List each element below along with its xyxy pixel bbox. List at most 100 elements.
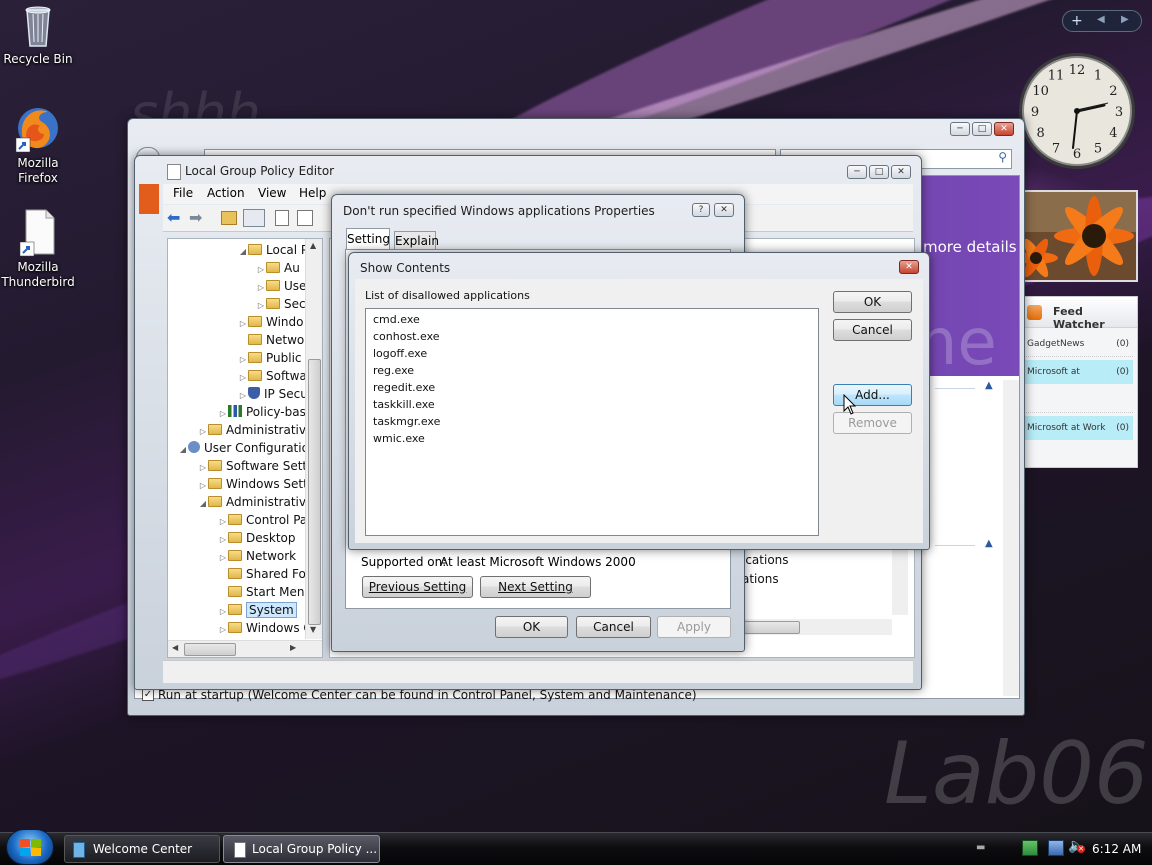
properties-icon[interactable] — [275, 210, 289, 226]
close-button[interactable]: ✕ — [994, 122, 1014, 136]
previous-gadget-icon[interactable]: ◀ — [1097, 14, 1105, 25]
maximize-button[interactable]: □ — [972, 122, 992, 136]
cancel-button[interactable]: Cancel — [833, 319, 912, 341]
export-icon[interactable] — [297, 210, 313, 226]
ok-button[interactable]: OK — [833, 291, 912, 313]
tree-node[interactable]: ◢ Local P — [168, 241, 308, 259]
tree-vertical-scrollbar[interactable]: ▲ ▼ — [305, 239, 322, 639]
show-tree-icon[interactable] — [243, 209, 265, 227]
desktop-icon-thunderbird[interactable]: Mozilla Thunderbird — [0, 208, 76, 290]
next-setting-button[interactable]: Next Setting — [480, 576, 591, 598]
maximize-button[interactable]: □ — [869, 165, 889, 179]
list-item[interactable]: taskkill.exe — [373, 396, 811, 413]
close-button[interactable]: ✕ — [891, 165, 911, 179]
feed-watcher-gadget[interactable]: Feed Watcher GadgetNews (0) Microsoft at (0… — [1016, 296, 1138, 468]
back-arrow-icon[interactable]: ⬅ — [167, 208, 180, 227]
slideshow-gadget[interactable] — [1016, 190, 1138, 282]
tree-node[interactable]: ▷ Software Setti — [168, 457, 311, 475]
add-gadget-icon[interactable]: + — [1071, 12, 1083, 30]
tree-node[interactable]: Shared Fol — [168, 565, 309, 583]
tree-node[interactable]: ▷ IP Secu — [168, 385, 308, 403]
desktop-icon-recycle-bin[interactable]: Recycle Bin — [0, 2, 76, 67]
scroll-left-icon[interactable]: ◀ — [172, 643, 178, 652]
taskbar-item-welcome-center[interactable]: Welcome Center — [64, 835, 220, 863]
close-button[interactable]: ✕ — [899, 260, 919, 274]
tree-node[interactable]: ▷ Control Pa — [168, 511, 307, 529]
setting-row[interactable]: ications — [742, 553, 789, 567]
tree-node[interactable]: ▷ Au — [168, 259, 300, 277]
tab-setting[interactable]: Setting — [346, 228, 390, 250]
scroll-thumb[interactable] — [184, 643, 236, 656]
up-folder-icon[interactable] — [221, 211, 237, 225]
more-details-link[interactable]: more details — [923, 238, 1017, 256]
list-item[interactable]: conhost.exe — [373, 328, 811, 345]
menu-action[interactable]: Action — [207, 186, 245, 200]
list-item[interactable]: cmd.exe — [373, 311, 811, 328]
tree-node[interactable]: ▷ Public — [168, 349, 302, 367]
vertical-scrollbar[interactable] — [1003, 380, 1019, 696]
setting-row[interactable]: ations — [742, 572, 779, 586]
connection-icon[interactable] — [1048, 840, 1064, 856]
tree-node[interactable]: ▷ Network — [168, 547, 296, 565]
scroll-down-icon[interactable]: ▼ — [310, 625, 316, 634]
menu-file[interactable]: File — [173, 186, 193, 200]
tree-node[interactable]: ▷ Windows Setti — [168, 475, 311, 493]
expand-arrow-icon[interactable]: ▷ — [218, 621, 228, 639]
desktop-icon-firefox[interactable]: Mozilla Firefox — [0, 104, 76, 186]
cancel-button[interactable]: Cancel — [576, 616, 651, 638]
tree-node[interactable]: ◢ Administrative — [168, 493, 313, 511]
tree-node[interactable]: ◢ User Configuration — [168, 439, 317, 457]
tree-node[interactable]: Netwo — [168, 331, 304, 349]
start-button[interactable] — [6, 829, 54, 865]
taskbar-item-group-policy[interactable]: Local Group Policy ... — [223, 835, 380, 863]
tree-node[interactable]: Start Menu — [168, 583, 312, 601]
list-item[interactable]: logoff.exe — [373, 345, 811, 362]
tree-node[interactable]: ▷ Windo — [168, 313, 304, 331]
scroll-up-icon[interactable]: ▲ — [310, 241, 316, 250]
settings-horizontal-scrollbar[interactable] — [740, 619, 892, 635]
feed-item[interactable] — [1021, 388, 1133, 413]
tree-node[interactable]: ▷ Softwa — [168, 367, 307, 385]
close-button[interactable]: ✕ — [714, 203, 734, 217]
tree-node[interactable]: ▷ Windows C — [168, 619, 312, 637]
help-button[interactable]: ? — [692, 203, 710, 217]
list-item[interactable]: reg.exe — [373, 362, 811, 379]
tree-node[interactable]: ▷ System — [168, 601, 297, 619]
feed-item[interactable]: Microsoft at Work (0) — [1021, 416, 1133, 440]
network-icon[interactable] — [1022, 840, 1038, 856]
scroll-thumb[interactable] — [308, 359, 321, 625]
startup-checkbox[interactable]: ✓ — [142, 689, 154, 701]
tree-node[interactable]: ▷ Sec — [168, 295, 306, 313]
clock-gadget[interactable]: 12 1 2 3 4 5 6 7 8 9 10 11 — [1016, 48, 1138, 174]
tree-node[interactable]: ▷ Administrative — [168, 421, 313, 439]
forward-arrow-icon[interactable]: ➡ — [189, 208, 202, 227]
scroll-thumb[interactable] — [742, 621, 800, 634]
apply-button[interactable]: Apply — [657, 616, 731, 638]
system-clock[interactable]: 6:12 AM — [1092, 842, 1141, 856]
feed-watcher-title: Feed Watcher — [1053, 305, 1105, 331]
tray-chevron-icon[interactable]: ▬ — [976, 842, 985, 853]
feed-item[interactable]: GadgetNews (0) — [1021, 332, 1133, 357]
disallowed-apps-list[interactable]: cmd.exe conhost.exe logoff.exe reg.exe reged… — [365, 308, 819, 536]
tree-node[interactable]: ▷ Desktop — [168, 529, 296, 547]
minimize-button[interactable]: ─ — [847, 165, 867, 179]
tab-explain[interactable]: Explain — [394, 231, 439, 250]
list-item[interactable]: taskmgr.exe — [373, 413, 811, 430]
settings-vertical-scrollbar[interactable] — [892, 539, 908, 615]
tree-node[interactable]: ▷ Policy-bas — [168, 403, 306, 421]
menu-help[interactable]: Help — [299, 186, 326, 200]
minimize-button[interactable]: ─ — [950, 122, 970, 136]
scroll-right-icon[interactable]: ▶ — [290, 643, 296, 652]
ok-button[interactable]: OK — [495, 616, 568, 638]
tree-node[interactable]: ▷ Use — [168, 277, 307, 295]
list-item[interactable]: regedit.exe — [373, 379, 811, 396]
list-item[interactable]: wmic.exe — [373, 430, 811, 447]
next-gadget-icon[interactable]: ▶ — [1121, 14, 1129, 25]
menu-view[interactable]: View — [258, 186, 286, 200]
collapse-icon[interactable]: ▲ — [985, 538, 993, 549]
feed-item[interactable]: Microsoft at (0) — [1021, 360, 1133, 384]
previous-setting-button[interactable]: Previous Setting — [362, 576, 473, 598]
collapse-icon[interactable]: ▲ — [985, 380, 993, 391]
firefox-icon — [14, 104, 62, 154]
tree-horizontal-scrollbar[interactable]: ◀ ▶ — [168, 640, 322, 657]
